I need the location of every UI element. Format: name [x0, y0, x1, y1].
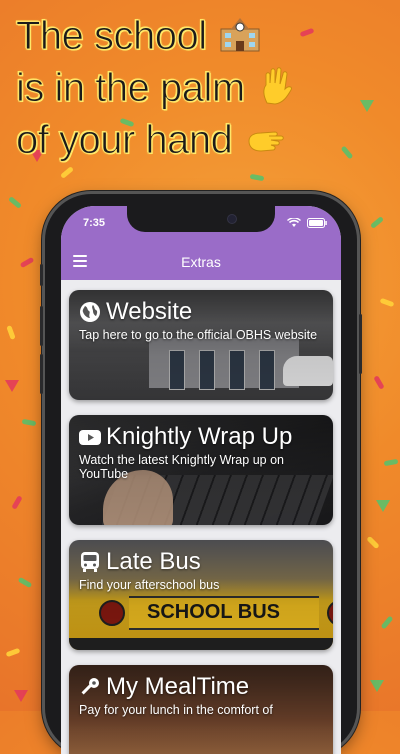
page-title: Extras [181, 254, 221, 270]
extras-list: Website Tap here to go to the official O… [69, 290, 333, 754]
wifi-icon [287, 218, 301, 227]
camera-icon [227, 214, 237, 224]
card-title: Knightly Wrap Up [106, 423, 293, 450]
raised-hand-emoji-icon [263, 67, 293, 105]
volume-up-button [40, 306, 43, 346]
website-card[interactable]: Website Tap here to go to the official O… [69, 290, 333, 400]
knightly-wrap-up-card[interactable]: Knightly Wrap Up Watch the latest Knight… [69, 415, 333, 525]
headline-line-2: is in the palm [16, 66, 246, 111]
pointing-hand-emoji-icon [248, 131, 284, 152]
card-subtitle: Find your afterschool bus [79, 578, 220, 592]
headline-line-3: of your hand [15, 118, 233, 163]
phone-frame: 7:35 Extras Website Tap here to go to th… [40, 194, 362, 754]
headline-line-1: The school [16, 14, 208, 59]
my-mealtime-card[interactable]: My MealTime Pay for your lunch in the co… [69, 665, 333, 754]
card-title: Late Bus [106, 548, 201, 575]
card-subtitle: Watch the latest Knightly Wrap up on You… [79, 453, 284, 481]
notch [127, 206, 275, 232]
card-title: Website [106, 298, 193, 325]
app-screen: 7:35 Extras Website Tap here to go to th… [61, 206, 341, 754]
card-subtitle: Pay for your lunch in the comfort of [79, 703, 273, 717]
nav-bar: Extras [61, 248, 341, 276]
late-bus-card[interactable]: SCHOOL BUS Late Bus Find your afterscho [69, 540, 333, 650]
battery-icon [307, 218, 327, 228]
school-emoji-icon [220, 18, 260, 52]
youtube-icon [79, 430, 101, 445]
promo-headline: The school is in the palm of your hand [15, 10, 386, 166]
globe-icon [80, 302, 100, 322]
card-subtitle: Tap here to go to the official OBHS webs… [79, 328, 318, 342]
volume-down-button [40, 354, 43, 394]
menu-icon[interactable] [73, 255, 87, 267]
status-time: 7:35 [83, 217, 106, 229]
mute-switch [40, 264, 43, 286]
bus-icon [81, 552, 99, 572]
power-button [359, 314, 362, 374]
card-title: My MealTime [106, 673, 250, 700]
key-icon [81, 678, 99, 695]
